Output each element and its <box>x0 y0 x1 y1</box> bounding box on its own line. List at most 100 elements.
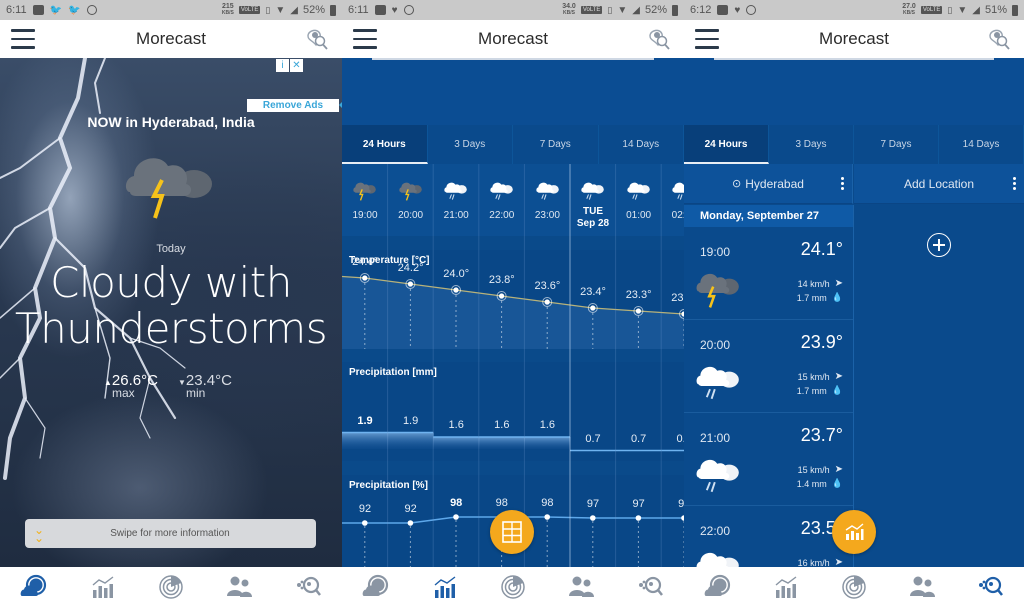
hourly-list: 19:00 24.1° 14 km/h ➤ 1.7 mm 💧 20:00 23.9° 15 km… <box>684 227 853 599</box>
precip-pct-point <box>544 514 550 520</box>
hour-column[interactable]: 02:00 <box>661 164 684 236</box>
hour-label: 23:00 <box>534 210 560 221</box>
temperature-point <box>499 293 505 299</box>
table-icon <box>502 521 522 543</box>
cloud-thunder-icon <box>399 182 422 201</box>
app-title: Morecast <box>136 29 206 48</box>
ad-info-button[interactable]: i <box>276 59 289 72</box>
hour-time: 19:00 <box>700 245 731 259</box>
hour-icon-wrap <box>661 180 684 210</box>
cast-icon <box>32 5 44 15</box>
nav-community-button[interactable] <box>906 571 938 603</box>
precip-mm-bar <box>478 437 525 449</box>
tab-7-days[interactable]: 7 Days <box>854 125 939 164</box>
location-options-button[interactable] <box>841 177 844 192</box>
cloud-thunder-icon <box>353 182 377 201</box>
hour-label: 02:00 <box>671 210 684 221</box>
battery-icon <box>330 4 336 16</box>
nav-community-button[interactable] <box>223 571 255 603</box>
swipe-label: Swipe for more information <box>110 528 230 539</box>
table-view-button[interactable] <box>490 510 534 554</box>
hour-column[interactable]: 23:00 <box>524 164 570 236</box>
menu-button[interactable] <box>11 29 35 49</box>
menu-button[interactable] <box>353 29 377 49</box>
hour-column[interactable]: 21:00 <box>433 164 479 236</box>
hour-rain: 1.4 mm 💧 <box>797 478 843 489</box>
rain-amount: 1.4 mm <box>796 478 827 489</box>
nav-search-button[interactable] <box>974 571 1006 603</box>
hourly-chart: 19:00 20:00 21:00 22:00 23:00 TUE Sep 28 01:00 0… <box>342 164 684 567</box>
nav-search-button[interactable] <box>292 571 324 603</box>
location-search-icon[interactable] <box>646 26 672 52</box>
nav-community-button[interactable] <box>565 571 597 603</box>
ad-close-button[interactable]: ✕ <box>290 59 303 72</box>
temperature-area <box>342 276 684 349</box>
tab-7-days[interactable]: 7 Days <box>513 125 599 164</box>
hour-column[interactable]: 19:00 <box>342 164 388 236</box>
battery-percent: 52% <box>644 4 667 16</box>
cloud-rain-icon <box>581 182 605 200</box>
nav-radar-button[interactable] <box>838 571 870 603</box>
nav-charts-button[interactable] <box>770 571 802 603</box>
nav-weather-button[interactable] <box>360 571 392 603</box>
cloud-rain-icon <box>672 182 684 200</box>
cloud-rain-icon <box>490 182 513 200</box>
location-hyderabad-header[interactable]: ⊙ Hyderabad <box>684 164 853 204</box>
add-location-header[interactable]: Add Location <box>854 164 1024 204</box>
hour-label: 21:00 <box>443 210 469 221</box>
hour-temperature: 23.7° <box>800 425 843 445</box>
app-bar: Morecast <box>684 20 1024 58</box>
header-band <box>342 58 684 125</box>
add-location-button[interactable] <box>927 233 951 257</box>
radar-icon <box>842 575 866 599</box>
max-temperature: ▲26.6°C max <box>104 372 158 400</box>
location-search-icon[interactable] <box>304 26 330 52</box>
tab-3-days[interactable]: 3 Days <box>769 125 854 164</box>
hour-list-item[interactable]: 19:00 24.1° 14 km/h ➤ 1.7 mm 💧 <box>684 227 853 320</box>
hour-list-item[interactable]: 21:00 23.7° 15 km/h ➤ 1.4 mm 💧 <box>684 413 853 506</box>
vibrate-icon: ▯ <box>947 4 953 15</box>
precip_pct-value: 98 <box>450 497 463 509</box>
hour-column[interactable]: 22:00 <box>479 164 525 236</box>
tab-24-hours[interactable]: 24 Hours <box>342 125 428 164</box>
temperature-value: 23.4° <box>580 286 606 298</box>
tab-3-days[interactable]: 3 Days <box>428 125 513 164</box>
nav-weather-button[interactable] <box>18 571 50 603</box>
chart-icon <box>845 523 864 540</box>
menu-button[interactable] <box>695 29 719 49</box>
precip_pct-value: 97 <box>586 498 600 510</box>
nav-radar-button[interactable] <box>155 571 187 603</box>
temperature-value: 24.2° <box>397 262 424 274</box>
hour-column[interactable]: TUE Sep 28 <box>570 164 616 236</box>
panel-locations: 6:12 ♥ 27.0 KB/S VoLTE ▯ ▼ ◢ 51% Morecast… <box>684 0 1024 607</box>
swipe-more-info-button[interactable]: ⌄ ⌄ Swipe for more information <box>25 519 316 548</box>
panel-now: 6:11 🐦 🐦 215 KB/S VoLTE ▯ ▼ ◢ 52% Morecas… <box>0 0 342 607</box>
status-bar: 6:12 ♥ 27.0 KB/S VoLTE ▯ ▼ ◢ 51% <box>684 0 1024 20</box>
add-location-options-button[interactable] <box>1013 177 1016 192</box>
tab-14-days[interactable]: 14 Days <box>599 125 684 164</box>
location-search-icon[interactable] <box>986 26 1012 52</box>
cloud-rain-icon <box>444 182 468 200</box>
raindrop-icon: 💧 <box>831 478 843 488</box>
nav-search-button[interactable] <box>634 571 666 603</box>
cloud-rain-icon <box>627 182 650 200</box>
precip_mm-value: 1.6 <box>448 419 464 431</box>
hour-column[interactable]: 01:00 <box>616 164 662 236</box>
temperature-point <box>362 275 368 281</box>
chart-view-button[interactable] <box>832 510 876 554</box>
nav-radar-button[interactable] <box>497 571 529 603</box>
temperature-value: 23.2° <box>671 292 684 304</box>
nav-charts-button[interactable] <box>87 571 119 603</box>
tab-14-days[interactable]: 14 Days <box>939 125 1024 164</box>
hour-column[interactable]: 20:00 <box>388 164 434 236</box>
remove-ads-button[interactable]: Remove Ads <box>247 99 342 112</box>
network-speed: 34.0 KB/S <box>562 3 576 16</box>
hour-list-item[interactable]: 20:00 23.9° 15 km/h ➤ 1.7 mm 💧 <box>684 320 853 413</box>
location-search-icon <box>979 576 1003 596</box>
tab-24-hours[interactable]: 24 Hours <box>684 125 769 164</box>
nav-weather-button[interactable] <box>702 571 734 603</box>
nav-charts-button[interactable] <box>429 571 461 603</box>
temperature-value: 23.8° <box>488 274 515 286</box>
precip-pct-point <box>453 514 459 520</box>
battery-percent: 52% <box>302 4 325 16</box>
